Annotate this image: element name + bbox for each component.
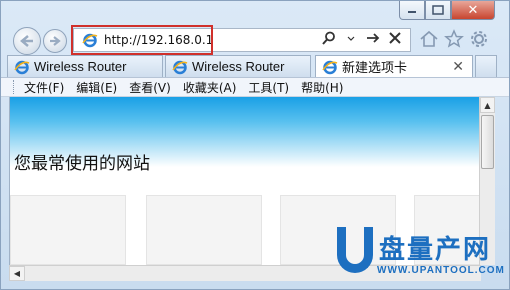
star-icon[interactable] [444,29,464,54]
tab-strip: Wireless Router Wireless Router 新建选项卡 ✕ [1,55,509,77]
watermark-u-mark [337,227,373,273]
browser-window: ✕ http://192.168.0.1 Wireless Router Wir… [0,0,510,290]
tab-wireless-router-2[interactable]: Wireless Router [165,55,311,77]
scroll-thumb[interactable] [481,115,494,169]
dropdown-icon[interactable] [342,31,360,49]
watermark-brand: 盘量产网 [379,235,492,265]
maximize-button[interactable] [425,1,451,20]
ie-icon [322,59,338,75]
tab-label: Wireless Router [192,59,285,74]
home-icon[interactable] [419,29,439,54]
ie-icon [14,59,30,75]
maximize-icon [432,5,444,15]
tab-label: Wireless Router [34,59,127,74]
menu-tools[interactable]: 工具(T) [248,79,289,96]
go-arrow-icon[interactable] [364,31,382,49]
menu-edit[interactable]: 编辑(E) [76,79,117,96]
page-heading: 您最常使用的网站 [14,154,150,174]
url-text: http://192.168.0.1 [104,33,214,47]
site-tile[interactable] [146,195,262,265]
back-button[interactable] [13,27,41,55]
minimize-button[interactable] [399,1,425,20]
tab-label: 新建选项卡 [342,60,408,75]
new-tab-button[interactable] [475,55,497,77]
ie-icon [172,59,188,75]
back-arrow-icon [20,35,33,47]
menu-grip [13,80,16,94]
ie-icon [82,32,98,48]
address-bar[interactable]: http://192.168.0.1 [73,28,411,52]
navigation-bar: http://192.168.0.1 [1,25,509,55]
tab-wireless-router-1[interactable]: Wireless Router [7,55,163,77]
watermark-url: WWW.UPANTOOL.COM [377,265,505,276]
window-caption-buttons: ✕ [399,1,495,20]
search-icon[interactable] [320,31,338,49]
menu-file[interactable]: 文件(F) [24,79,64,96]
menu-view[interactable]: 查看(V) [129,79,171,96]
forward-button[interactable] [43,29,67,53]
close-tab-icon[interactable]: ✕ [452,58,464,75]
menu-favorites[interactable]: 收藏夹(A) [183,79,237,96]
minimize-icon [408,11,416,13]
close-window-button[interactable]: ✕ [451,1,495,20]
browser-tools [419,29,489,54]
gear-icon[interactable] [469,29,489,54]
tab-new-tab[interactable]: 新建选项卡 ✕ [315,55,473,77]
stop-icon[interactable] [386,31,404,49]
site-tile[interactable] [10,195,126,265]
forward-arrow-icon [50,36,61,46]
scroll-up-icon[interactable]: ▲ [480,97,495,113]
watermark-logo: 盘量产网 WWW.UPANTOOL.COM [337,227,504,283]
scroll-left-icon[interactable]: ◀ [9,266,25,281]
close-icon: ✕ [467,2,479,18]
address-tools [320,31,404,49]
menu-help[interactable]: 帮助(H) [301,79,343,96]
menu-bar: 文件(F) 编辑(E) 查看(V) 收藏夹(A) 工具(T) 帮助(H) [1,77,509,97]
